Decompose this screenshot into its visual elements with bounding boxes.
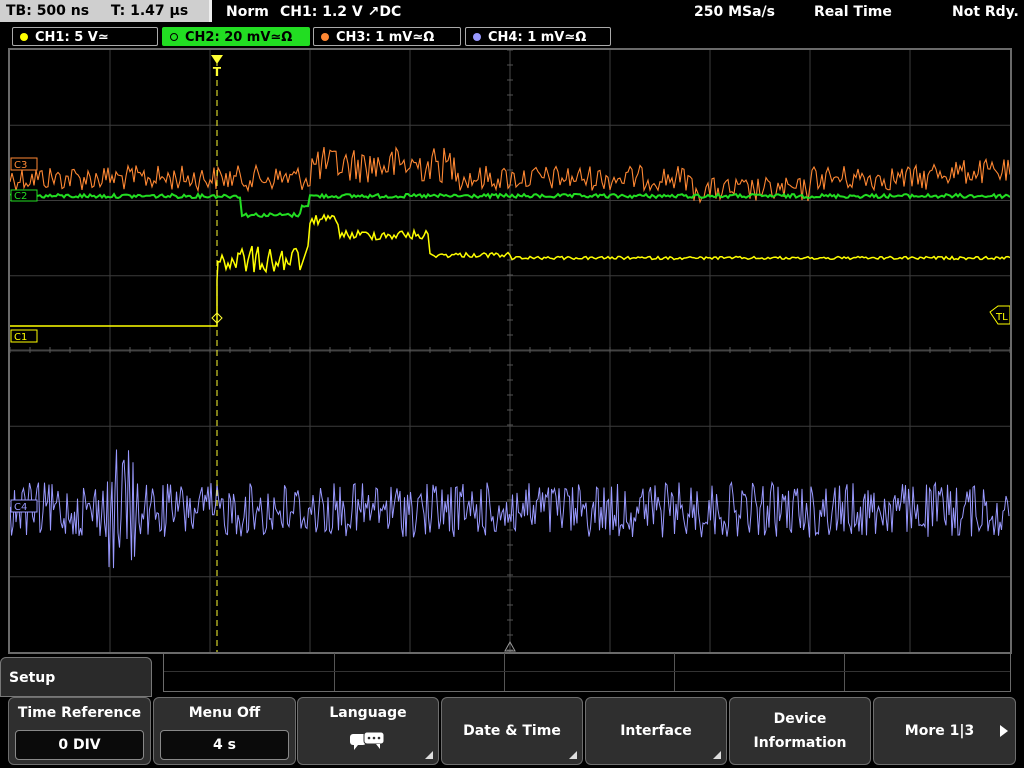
menu-off-softkey[interactable]: Menu Off 4 s <box>153 697 296 765</box>
interface-softkey[interactable]: Interface <box>585 697 727 765</box>
time-reference-softkey[interactable]: Time Reference 0 DIV <box>8 697 151 765</box>
info-divider <box>674 653 675 691</box>
submenu-indicator-icon <box>713 751 721 759</box>
trigger-level-marker[interactable]: TL <box>989 305 1011 325</box>
c4-ground-marker[interactable]: C4 <box>10 499 38 513</box>
trigger-position-marker-icon[interactable]: T <box>211 55 223 79</box>
submenu-indicator-icon <box>569 751 577 759</box>
channel-1-dot-icon <box>20 33 28 41</box>
channel-4-label: CH4: 1 mV≃Ω <box>488 30 587 45</box>
info-divider <box>334 653 335 691</box>
channel-3-label: CH3: 1 mV≃Ω <box>336 30 435 45</box>
c1-marker-label: C1 <box>14 332 27 343</box>
channel-1-chip[interactable]: CH1: 5 V≃ <box>12 27 158 46</box>
channel-1-label: CH1: 5 V≃ <box>35 30 109 45</box>
time-reference-value: 0 DIV <box>15 730 144 760</box>
menu-title-tab: Setup <box>0 657 152 697</box>
channel-2-chip[interactable]: CH2: 20 mV≃Ω <box>162 27 310 46</box>
more-softkey[interactable]: More 1|3 <box>873 697 1016 765</box>
status-bar: TB: 500 ns T: 1.47 µs Norm CH1: 1.2 V ↗D… <box>0 0 1024 24</box>
trigger-marker-label: T <box>213 65 222 79</box>
tl-marker-label: TL <box>995 312 1008 323</box>
next-page-arrow-icon <box>1000 725 1008 737</box>
language-softkey[interactable]: Language <box>297 697 439 765</box>
speech-bubble-icon <box>350 731 385 750</box>
bottom-info-bar <box>163 652 1011 692</box>
info-divider <box>164 671 1010 672</box>
acquisition-mode: Real Time <box>814 4 892 20</box>
channel-2-dot-icon <box>170 33 178 41</box>
interface-label: Interface <box>620 723 692 739</box>
channel-3-dot-icon <box>321 33 329 41</box>
trigger-mode[interactable]: Norm <box>226 0 269 24</box>
c2-marker-label: C2 <box>14 191 27 202</box>
device-information-line-1: Device <box>773 711 827 727</box>
channel-4-dot-icon <box>473 33 481 41</box>
trigger-source[interactable]: CH1: 1.2 V ↗DC <box>280 0 401 24</box>
waveform-display[interactable]: T C3 C2 C1 C4 TL <box>8 48 1012 654</box>
channel-3-chip[interactable]: CH3: 1 mV≃Ω <box>313 27 461 46</box>
info-divider <box>504 653 505 691</box>
more-label: More 1|3 <box>904 723 975 739</box>
acquisition-state: Not Rdy. <box>952 4 1019 20</box>
device-information-softkey[interactable]: Device Information <box>729 697 871 765</box>
timebase-value: TB: 500 ns <box>6 3 90 19</box>
date-time-softkey[interactable]: Date & Time <box>441 697 583 765</box>
info-divider <box>844 653 845 691</box>
language-label: Language <box>329 705 407 721</box>
submenu-indicator-icon <box>425 751 433 759</box>
sample-rate: 250 MSa/s <box>694 4 776 20</box>
c1-ground-marker[interactable]: C1 <box>10 329 38 343</box>
channel-2-label: CH2: 20 mV≃Ω <box>185 30 293 45</box>
waveform-canvas: T C3 C2 C1 C4 TL <box>9 49 1011 652</box>
timebase-readout[interactable]: TB: 500 ns T: 1.47 µs <box>0 0 212 22</box>
c2-ground-marker[interactable]: C2 <box>10 189 38 202</box>
c3-ground-marker[interactable]: C3 <box>10 157 38 171</box>
c4-marker-label: C4 <box>14 502 27 513</box>
device-information-line-2: Information <box>753 735 847 751</box>
c3-marker-label: C3 <box>14 160 27 171</box>
menu-off-label: Menu Off <box>188 705 261 721</box>
time-reference-label: Time Reference <box>17 705 142 721</box>
device-information-label: Device Information <box>730 698 870 764</box>
date-time-label: Date & Time <box>463 723 561 739</box>
graticule-grid <box>9 49 1011 652</box>
menu-off-value: 4 s <box>160 730 289 760</box>
channel-4-chip[interactable]: CH4: 1 mV≃Ω <box>465 27 611 46</box>
trigger-time-value: T: 1.47 µs <box>110 3 189 19</box>
